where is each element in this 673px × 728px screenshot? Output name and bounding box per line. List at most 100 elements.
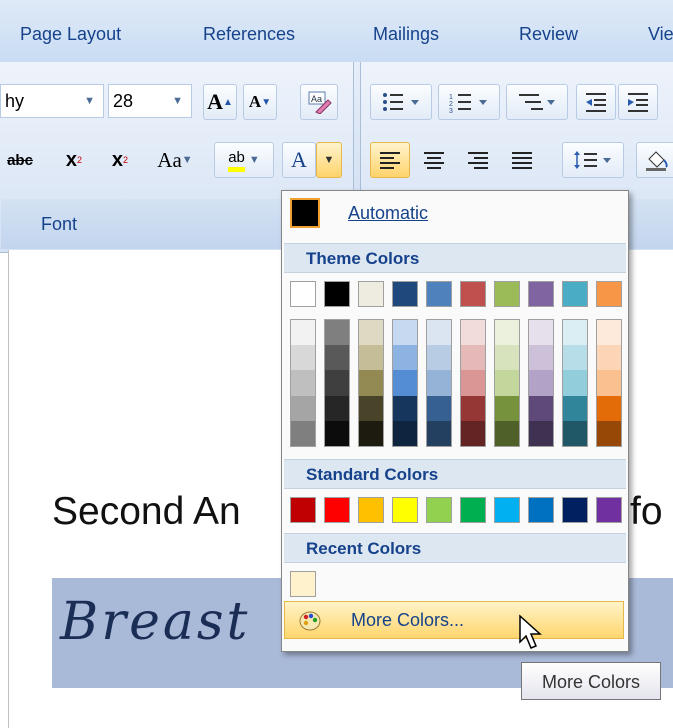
theme-shade-column[interactable] bbox=[358, 319, 384, 447]
standard-color-swatch[interactable] bbox=[324, 497, 350, 523]
increase-indent-button[interactable] bbox=[618, 84, 658, 120]
theme-color-swatch[interactable] bbox=[290, 281, 316, 307]
standard-color-swatch[interactable] bbox=[562, 497, 588, 523]
theme-shade-column[interactable] bbox=[460, 319, 486, 447]
theme-shade-swatch[interactable] bbox=[291, 345, 315, 371]
theme-shade-swatch[interactable] bbox=[529, 320, 553, 346]
tab-review[interactable]: Review bbox=[519, 24, 578, 45]
superscript-button[interactable]: x2 bbox=[102, 142, 138, 178]
theme-shade-column[interactable] bbox=[392, 319, 418, 447]
theme-shade-swatch[interactable] bbox=[597, 420, 621, 447]
theme-shade-swatch[interactable] bbox=[597, 320, 621, 346]
theme-shade-swatch[interactable] bbox=[359, 370, 383, 396]
align-left-button[interactable] bbox=[370, 142, 410, 178]
line-spacing-button[interactable] bbox=[562, 142, 624, 178]
theme-shade-swatch[interactable] bbox=[563, 420, 587, 447]
theme-shade-swatch[interactable] bbox=[495, 370, 519, 396]
theme-color-swatch[interactable] bbox=[358, 281, 384, 307]
theme-shade-swatch[interactable] bbox=[393, 345, 417, 371]
standard-color-swatch[interactable] bbox=[426, 497, 452, 523]
recent-color-swatch[interactable] bbox=[290, 571, 316, 597]
tab-references[interactable]: References bbox=[203, 24, 295, 45]
shading-button[interactable] bbox=[636, 142, 673, 178]
multilevel-list-button[interactable] bbox=[506, 84, 568, 120]
theme-shade-swatch[interactable] bbox=[461, 370, 485, 396]
bullets-button[interactable] bbox=[370, 84, 432, 120]
strikethrough-button[interactable]: abc bbox=[0, 142, 40, 178]
theme-shade-column[interactable] bbox=[494, 319, 520, 447]
theme-shade-swatch[interactable] bbox=[597, 395, 621, 421]
center-button[interactable] bbox=[414, 142, 454, 178]
theme-shade-column[interactable] bbox=[426, 319, 452, 447]
theme-shade-swatch[interactable] bbox=[359, 345, 383, 371]
standard-color-swatch[interactable] bbox=[494, 497, 520, 523]
standard-color-swatch[interactable] bbox=[528, 497, 554, 523]
theme-shade-swatch[interactable] bbox=[291, 420, 315, 447]
automatic-color-item[interactable]: Automatic bbox=[286, 195, 624, 235]
theme-color-swatch[interactable] bbox=[494, 281, 520, 307]
theme-color-swatch[interactable] bbox=[426, 281, 452, 307]
theme-color-swatch[interactable] bbox=[528, 281, 554, 307]
theme-shade-swatch[interactable] bbox=[427, 370, 451, 396]
standard-color-swatch[interactable] bbox=[460, 497, 486, 523]
font-color-button[interactable]: A bbox=[282, 142, 316, 178]
theme-shade-column[interactable] bbox=[562, 319, 588, 447]
standard-color-swatch[interactable] bbox=[596, 497, 622, 523]
tab-page-layout[interactable]: Page Layout bbox=[20, 24, 121, 45]
theme-shade-swatch[interactable] bbox=[529, 345, 553, 371]
theme-shade-swatch[interactable] bbox=[359, 320, 383, 346]
standard-color-swatch[interactable] bbox=[392, 497, 418, 523]
theme-shade-swatch[interactable] bbox=[325, 345, 349, 371]
font-color-dropdown[interactable]: ▼ bbox=[316, 142, 342, 178]
theme-shade-swatch[interactable] bbox=[393, 370, 417, 396]
theme-shade-swatch[interactable] bbox=[325, 370, 349, 396]
tab-mailings[interactable]: Mailings bbox=[373, 24, 439, 45]
font-size-combo[interactable]: 28 ▼ bbox=[108, 84, 192, 118]
theme-color-swatch[interactable] bbox=[392, 281, 418, 307]
theme-shade-swatch[interactable] bbox=[291, 395, 315, 421]
theme-shade-swatch[interactable] bbox=[563, 395, 587, 421]
theme-shade-swatch[interactable] bbox=[461, 395, 485, 421]
theme-color-swatch[interactable] bbox=[596, 281, 622, 307]
theme-shade-swatch[interactable] bbox=[325, 395, 349, 421]
theme-shade-swatch[interactable] bbox=[495, 345, 519, 371]
theme-shade-swatch[interactable] bbox=[359, 395, 383, 421]
theme-shade-swatch[interactable] bbox=[325, 320, 349, 346]
theme-shade-swatch[interactable] bbox=[461, 320, 485, 346]
theme-shade-swatch[interactable] bbox=[359, 420, 383, 447]
text-highlight-button[interactable]: ab ▼ bbox=[214, 142, 274, 178]
theme-shade-swatch[interactable] bbox=[291, 370, 315, 396]
standard-color-swatch[interactable] bbox=[290, 497, 316, 523]
theme-shade-column[interactable] bbox=[324, 319, 350, 447]
theme-shade-swatch[interactable] bbox=[529, 395, 553, 421]
theme-color-swatch[interactable] bbox=[460, 281, 486, 307]
theme-shade-swatch[interactable] bbox=[529, 370, 553, 396]
theme-shade-swatch[interactable] bbox=[291, 320, 315, 346]
theme-color-swatch[interactable] bbox=[562, 281, 588, 307]
theme-shade-swatch[interactable] bbox=[563, 320, 587, 346]
clear-formatting-button[interactable]: Aa bbox=[300, 84, 338, 120]
numbering-button[interactable]: 1 2 3 bbox=[438, 84, 500, 120]
more-colors-item[interactable]: More Colors... bbox=[284, 601, 624, 639]
align-right-button[interactable] bbox=[458, 142, 498, 178]
change-case-button[interactable]: Aa ▼ bbox=[148, 142, 202, 178]
theme-shade-swatch[interactable] bbox=[427, 395, 451, 421]
theme-shade-column[interactable] bbox=[528, 319, 554, 447]
theme-color-swatch[interactable] bbox=[324, 281, 350, 307]
grow-font-button[interactable]: A ▲ bbox=[203, 84, 237, 120]
theme-shade-swatch[interactable] bbox=[461, 345, 485, 371]
theme-shade-swatch[interactable] bbox=[393, 395, 417, 421]
theme-shade-column[interactable] bbox=[290, 319, 316, 447]
theme-shade-swatch[interactable] bbox=[597, 370, 621, 396]
theme-shade-swatch[interactable] bbox=[529, 420, 553, 447]
theme-shade-column[interactable] bbox=[596, 319, 622, 447]
theme-shade-swatch[interactable] bbox=[325, 420, 349, 447]
tab-view[interactable]: Vie bbox=[648, 24, 673, 45]
theme-shade-swatch[interactable] bbox=[495, 395, 519, 421]
theme-shade-swatch[interactable] bbox=[393, 320, 417, 346]
theme-shade-swatch[interactable] bbox=[427, 345, 451, 371]
theme-shade-swatch[interactable] bbox=[563, 370, 587, 396]
theme-shade-swatch[interactable] bbox=[461, 420, 485, 447]
theme-shade-swatch[interactable] bbox=[393, 420, 417, 447]
font-name-combo[interactable]: hy ▼ bbox=[0, 84, 104, 118]
